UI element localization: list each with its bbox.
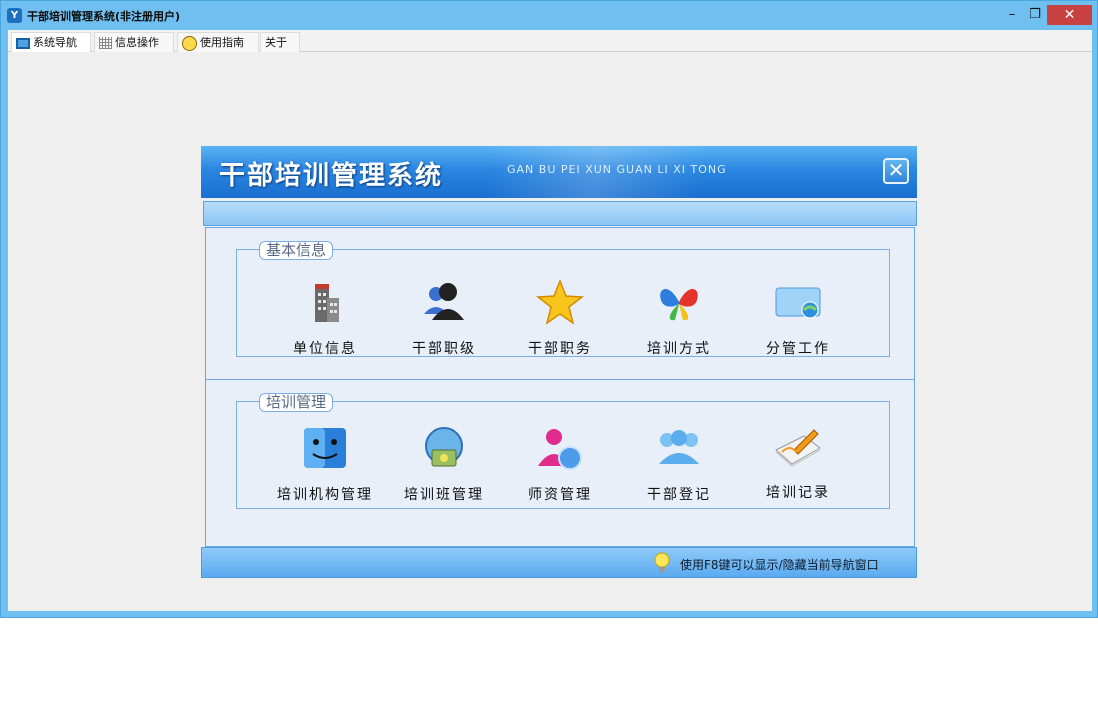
group-basic-info: 基本信息 单位信息 干部职级 干部职务 培训方式 分管工作 (236, 241, 890, 357)
building-icon (315, 284, 339, 322)
item-label: 培训方式 (647, 341, 711, 357)
nav-title: 干部培训管理系统 (219, 161, 444, 191)
nav-header: 干部培训管理系统 GAN BU PEI XUN GUAN LI XI TONG … (201, 146, 917, 198)
nav-strip (203, 201, 917, 226)
item-label: 干部职级 (412, 341, 476, 357)
card-globe-icon (775, 287, 821, 319)
notebook-pen-icon (775, 429, 821, 467)
navigation-window: 干部培训管理系统 GAN BU PEI XUN GUAN LI XI TONG … (201, 146, 917, 578)
item-teacher-mgmt[interactable]: 师资管理 (505, 424, 615, 514)
item-assigned-work[interactable]: 分管工作 (743, 278, 853, 368)
close-button[interactable]: ✕ (1047, 5, 1092, 25)
item-training-method[interactable]: 培训方式 (624, 278, 734, 368)
section-divider (206, 379, 914, 380)
nav-body: 基本信息 单位信息 干部职级 干部职务 培训方式 分管工作 培训管理 培训机构管… (205, 227, 915, 547)
item-unit-info[interactable]: 单位信息 (270, 278, 380, 368)
menu-info-ops[interactable]: 信息操作 (94, 32, 174, 52)
footer-hint: 使用F8键可以显示/隐藏当前导航窗口 (680, 558, 879, 572)
menu-label: 关于 (265, 36, 287, 49)
menu-label: 使用指南 (200, 36, 244, 49)
teacher-icon (538, 429, 582, 470)
item-label: 分管工作 (766, 341, 830, 357)
lightbulb-icon (654, 552, 670, 572)
minimize-button[interactable]: – (999, 5, 1025, 25)
menu-bar: 系统导航 信息操作 使用指南 关于 (8, 30, 1092, 52)
menu-label: 信息操作 (115, 36, 159, 49)
item-class-mgmt[interactable]: 培训班管理 (389, 424, 499, 514)
nav-footer: 使用F8键可以显示/隐藏当前导航窗口 (201, 547, 917, 578)
item-training-record[interactable]: 培训记录 (743, 422, 853, 512)
nav-pinyin: GAN BU PEI XUN GUAN LI XI TONG (507, 163, 727, 176)
group-icon (659, 430, 699, 464)
menu-system-nav[interactable]: 系统导航 (11, 32, 91, 52)
item-label: 培训班管理 (404, 487, 484, 503)
group-training-mgmt: 培训管理 培训机构管理 培训班管理 师资管理 干部登记 培训记录 (236, 393, 890, 512)
finder-icon (304, 428, 346, 468)
item-label: 干部职务 (528, 341, 592, 357)
nav-close-button[interactable]: ✕ (883, 158, 909, 184)
monitor-icon (16, 37, 30, 49)
item-institution-mgmt[interactable]: 培训机构管理 (270, 424, 380, 514)
grid-icon (99, 37, 112, 49)
item-label: 单位信息 (293, 341, 357, 357)
menu-user-guide[interactable]: 使用指南 (177, 32, 259, 52)
group-label: 培训管理 (259, 393, 334, 412)
item-cadre-rank[interactable]: 干部职级 (389, 278, 499, 368)
restore-button[interactable]: ❐ (1023, 5, 1047, 25)
menu-label: 系统导航 (33, 36, 77, 49)
item-label: 干部登记 (647, 487, 711, 503)
item-label: 培训记录 (766, 485, 830, 501)
item-cadre-register[interactable]: 干部登记 (624, 424, 734, 514)
group-label: 基本信息 (259, 241, 334, 260)
smiley-icon (182, 35, 197, 51)
menu-about[interactable]: 关于 (260, 32, 300, 52)
app-logo-icon[interactable]: Y (7, 8, 22, 23)
star-icon (536, 278, 584, 325)
title-bar[interactable]: Y 干部培训管理系统(非注册用户) – ❐ ✕ (1, 1, 1097, 30)
butterfly-icon (660, 288, 698, 321)
item-label: 师资管理 (528, 487, 592, 503)
network-icon (425, 427, 463, 467)
window-title: 干部培训管理系统(非注册用户) (27, 10, 181, 23)
users-icon (424, 283, 464, 320)
item-cadre-duty[interactable]: 干部职务 (505, 278, 615, 368)
item-label: 培训机构管理 (277, 487, 373, 503)
